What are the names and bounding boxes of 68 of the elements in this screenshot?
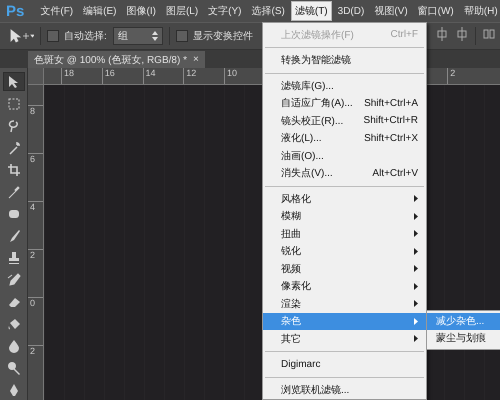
- move-tool-icon[interactable]: [10, 29, 34, 43]
- dashed-square-icon: [6, 96, 22, 112]
- ruler-label: 12: [183, 68, 224, 84]
- submenu-arrow-icon: [414, 265, 418, 272]
- submenu-arrow-icon: [414, 335, 418, 342]
- menu-item[interactable]: 视频: [263, 260, 426, 278]
- ruler-label: 0: [28, 297, 43, 345]
- submenu-arrow-icon: [414, 300, 418, 308]
- ruler-label: 6: [28, 153, 43, 201]
- menu-item[interactable]: 滤镜库(G)...: [263, 77, 426, 94]
- lollipop-icon: [6, 360, 22, 376]
- menu-bar-item[interactable]: 图层(L): [162, 1, 202, 21]
- ruler-label: 16: [102, 68, 142, 84]
- spinner-arrows-icon: [152, 31, 158, 41]
- align-icon[interactable]: [455, 27, 469, 41]
- menu-item[interactable]: 液化(L)... Shift+Ctrl+X: [263, 130, 426, 147]
- distribute-icon[interactable]: [482, 27, 496, 41]
- document-title: 色斑女 @ 100% (色斑女, RGB/8) *: [34, 54, 187, 66]
- auto-select-dropdown[interactable]: 组: [112, 27, 163, 45]
- checkbox[interactable]: [176, 30, 188, 42]
- menu-item[interactable]: 蒙尘与划痕: [427, 330, 500, 346]
- close-tab-button[interactable]: ×: [192, 54, 199, 65]
- menu-item[interactable]: 风格化: [263, 190, 426, 208]
- brush-icon: [6, 272, 22, 288]
- ruler-label: 4: [28, 201, 43, 249]
- ruler-label: 2: [28, 345, 43, 393]
- document-tab[interactable]: 色斑女 @ 100% (色斑女, RGB/8) * ×: [28, 51, 205, 68]
- ruler-label: 18: [61, 68, 102, 84]
- menu-item[interactable]: 其它: [263, 330, 426, 348]
- menu-item[interactable]: 浏览联机滤镜...: [263, 381, 426, 398]
- menu-bar-item[interactable]: 文件(F): [36, 1, 78, 21]
- menu-bar-item[interactable]: 3D(D): [334, 1, 368, 21]
- app-logo: Ps: [5, 2, 26, 20]
- checkbox-label: 自动选择:: [64, 30, 107, 43]
- menu-bar-item[interactable]: 帮助(H): [460, 1, 500, 21]
- ruler-label: 2: [28, 249, 43, 297]
- submenu-arrow-icon: [414, 230, 418, 238]
- menu-item[interactable]: 像素化: [263, 278, 426, 295]
- menu-item[interactable]: 油画(O)...: [263, 147, 426, 164]
- menu-bar-item[interactable]: 滤镜(T): [290, 1, 332, 21]
- menu-bar-item[interactable]: 文字(Y): [204, 1, 246, 21]
- submenu-arrow-icon: [414, 248, 418, 255]
- checkbox[interactable]: [47, 30, 59, 42]
- ruler-label: 2: [447, 68, 488, 84]
- menu-item[interactable]: Digimarc: [263, 356, 426, 373]
- checkbox-label: 显示变换控件: [192, 30, 253, 43]
- menu-bar-item[interactable]: 图像(I): [122, 1, 160, 21]
- menu-bar-item[interactable]: 编辑(E): [79, 1, 120, 21]
- submenu-arrow-icon: [414, 318, 418, 325]
- ruler-label: 8: [28, 105, 43, 153]
- submenu-arrow-icon: [414, 282, 418, 290]
- menu-item[interactable]: 渲染: [263, 295, 426, 312]
- menu-item[interactable]: 自适应广角(A)... Shift+Ctrl+A: [263, 94, 426, 112]
- menu-bar-item[interactable]: 窗口(W): [414, 1, 458, 21]
- submenu-arrow-icon: [414, 195, 418, 202]
- crop-icon: [6, 162, 22, 178]
- menu-bar-item[interactable]: 选择(S): [248, 1, 289, 21]
- menu-item[interactable]: 转换为智能滤镜: [263, 52, 426, 69]
- align-icon[interactable]: [435, 27, 449, 41]
- menu-bar-item[interactable]: 视图(V): [370, 1, 412, 21]
- menu-item[interactable]: 锐化: [263, 242, 426, 260]
- move-tool-button[interactable]: [2, 72, 24, 92]
- menu-item[interactable]: 扭曲: [263, 225, 426, 242]
- menu-item[interactable]: 模糊: [263, 208, 426, 225]
- menu-item[interactable]: 镜头校正(R)... Shift+Ctrl+R: [263, 112, 426, 130]
- ruler-label: 14: [142, 68, 184, 84]
- submenu-arrow-icon: [414, 212, 418, 220]
- menu-item[interactable]: 消失点(V)... Alt+Ctrl+V: [263, 164, 426, 182]
